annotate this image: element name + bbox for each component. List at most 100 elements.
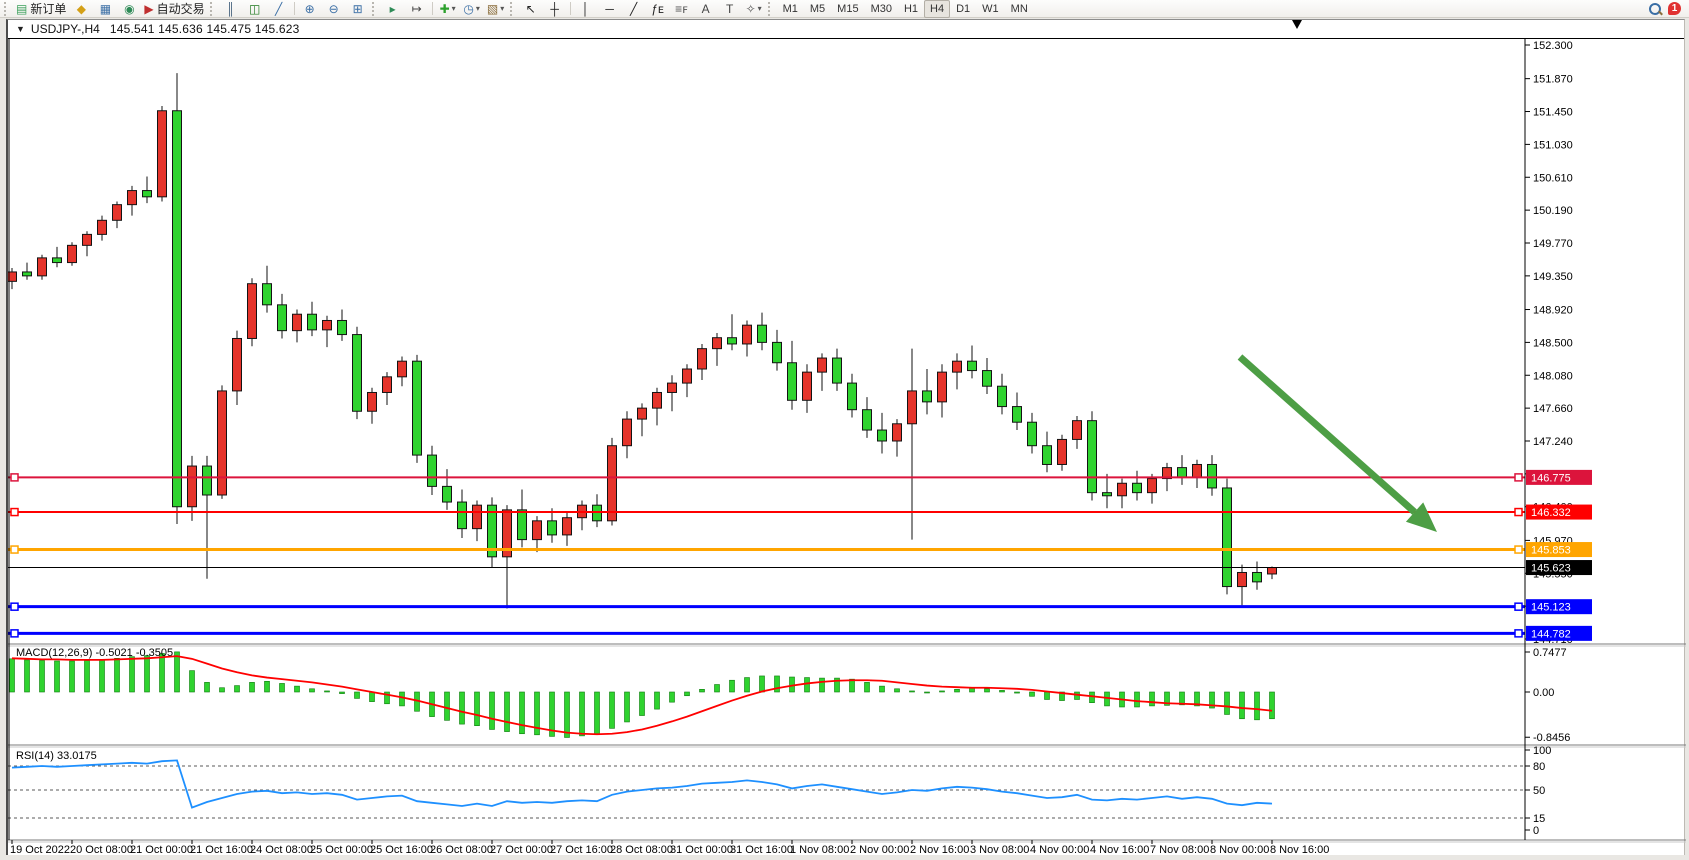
timeframe-m30-button[interactable]: M30 — [865, 0, 898, 18]
zoom-in-button[interactable]: ⊕ — [298, 0, 322, 18]
candle — [278, 294, 287, 339]
line-handle[interactable] — [11, 546, 18, 553]
dropdown-arrow-icon[interactable]: ▾ — [452, 1, 456, 17]
macd-histogram-bar — [865, 682, 870, 692]
timeframe-mn-button[interactable]: MN — [1005, 0, 1034, 18]
price-tick-label: 148.080 — [1533, 370, 1573, 382]
time-axis-label: 25 Oct 16:00 — [370, 844, 433, 856]
timeframe-h4-button[interactable]: H4 — [924, 0, 950, 18]
candle — [1103, 474, 1112, 508]
candle — [83, 231, 92, 256]
macd-histogram-bar — [10, 659, 15, 692]
candle — [953, 353, 962, 389]
indicators-button[interactable]: ✚▾ — [436, 0, 460, 18]
toolbar-grip[interactable] — [768, 2, 775, 16]
fibonacci-button[interactable]: ƒᴇ — [646, 0, 670, 18]
candle — [503, 505, 512, 608]
timeframe-h1-button[interactable]: H1 — [898, 0, 924, 18]
chart-caret-icon[interactable]: ▼ — [16, 24, 25, 34]
line-handle[interactable] — [11, 603, 18, 610]
time-axis-label: 31 Oct 00:00 — [670, 844, 733, 856]
rsi-tick-label: 100 — [1533, 745, 1551, 757]
macd-histogram-bar — [1225, 692, 1230, 714]
dropdown-arrow-icon[interactable]: ▾ — [476, 1, 480, 17]
candle — [113, 202, 122, 229]
timeframe-m15-button[interactable]: M15 — [831, 0, 864, 18]
chart-canvas[interactable]: MACD(12,26,9) -0.5021 -0.3505 RSI(14) 33.… — [8, 39, 1686, 856]
periods-button[interactable]: ◷▾ — [460, 0, 484, 18]
timeframe-d1-button[interactable]: D1 — [950, 0, 976, 18]
macd-histogram-bar — [1045, 692, 1050, 699]
price-panel[interactable] — [8, 73, 1525, 637]
dropdown-arrow-icon[interactable]: ▾ — [758, 1, 762, 17]
time-axis-label: 4 Nov 00:00 — [1030, 844, 1089, 856]
text-label-button[interactable]: T — [718, 0, 742, 18]
chart-shift-marker[interactable] — [1292, 20, 1302, 29]
macd-histogram-bar — [760, 676, 765, 692]
line-handle[interactable] — [1515, 509, 1522, 516]
toolbar-grip[interactable] — [210, 2, 217, 16]
candlestick-chart-button[interactable]: ◫ — [243, 0, 267, 18]
fibonacci-retracement-button[interactable]: ≡ꜰ — [670, 0, 694, 18]
macd-histogram-bar — [400, 692, 405, 706]
line-chart-button[interactable]: ╱ — [267, 0, 291, 18]
toolbar-grip[interactable] — [4, 2, 11, 16]
macd-panel[interactable]: MACD(12,26,9) -0.5021 -0.3505 — [10, 647, 1275, 737]
macd-histogram-bar — [190, 671, 195, 692]
chart-symbol-title: USDJPY-,H4 — [31, 22, 100, 36]
auto-scroll-icon: ▸ — [390, 1, 396, 17]
line-handle[interactable] — [11, 474, 18, 481]
market-watch-button[interactable]: ◆ — [69, 0, 93, 18]
line-handle[interactable] — [1515, 630, 1522, 637]
timeframe-w1-button[interactable]: W1 — [976, 0, 1005, 18]
arrows-button[interactable]: ✧▾ — [742, 0, 766, 18]
cursor-button[interactable]: ↖ — [519, 0, 543, 18]
dropdown-arrow-icon[interactable]: ▾ — [500, 1, 504, 17]
notification-badge[interactable]: 1 — [1668, 2, 1681, 15]
timeframe-m1-button[interactable]: M1 — [777, 0, 804, 18]
macd-histogram-bar — [955, 689, 960, 692]
crosshair-button[interactable]: ┼ — [543, 0, 567, 18]
time-axis-label: 4 Nov 16:00 — [1090, 844, 1149, 856]
macd-histogram-bar — [940, 691, 945, 692]
candle — [533, 516, 542, 552]
toolbar-grip[interactable] — [510, 2, 517, 16]
tile-windows-button[interactable]: ⊞ — [346, 0, 370, 18]
auto-trading-button[interactable]: ▶自动交易 — [141, 0, 207, 18]
data-window-button[interactable]: ▦ — [93, 0, 117, 18]
new-order-button[interactable]: ▤新订单 — [13, 0, 69, 18]
navigator-icon: ◉ — [124, 1, 134, 17]
rsi-panel[interactable]: RSI(14) 33.0175 — [8, 750, 1525, 818]
line-handle[interactable] — [1515, 474, 1522, 481]
arrows-icon: ✧ — [746, 1, 756, 17]
trendline-button[interactable]: ╱ — [622, 0, 646, 18]
chart-shift-button[interactable]: ↦ — [405, 0, 429, 18]
zoom-out-button[interactable]: ⊖ — [322, 0, 346, 18]
line-handle[interactable] — [1515, 603, 1522, 610]
macd-histogram-bar — [55, 661, 60, 692]
text-button[interactable]: A — [694, 0, 718, 18]
horizontal-line-button[interactable]: ─ — [598, 0, 622, 18]
macd-histogram-bar — [595, 692, 600, 734]
auto-scroll-button[interactable]: ▸ — [381, 0, 405, 18]
trend-arrow-object[interactable] — [1240, 357, 1415, 512]
search-icon[interactable] — [1648, 2, 1662, 16]
templates-button[interactable]: ▧▾ — [484, 0, 508, 18]
candle — [818, 353, 827, 391]
time-axis-label: 21 Oct 00:00 — [130, 844, 193, 856]
macd-histogram-bar — [475, 692, 480, 726]
bar-chart-button[interactable]: ║ — [219, 0, 243, 18]
price-tag-label: 145.853 — [1531, 545, 1571, 557]
toolbar-grip[interactable] — [372, 2, 379, 16]
macd-histogram-bar — [85, 660, 90, 692]
line-handle[interactable] — [11, 630, 18, 637]
candle — [968, 346, 977, 379]
line-handle[interactable] — [11, 509, 18, 516]
timeframe-m5-button[interactable]: M5 — [804, 0, 831, 18]
vertical-line-button[interactable]: │ — [574, 0, 598, 18]
navigator-button[interactable]: ◉ — [117, 0, 141, 18]
line-handle[interactable] — [1515, 546, 1522, 553]
indicators-icon: ✚ — [440, 1, 450, 17]
candle — [548, 508, 557, 542]
macd-histogram-bar — [1255, 692, 1260, 720]
